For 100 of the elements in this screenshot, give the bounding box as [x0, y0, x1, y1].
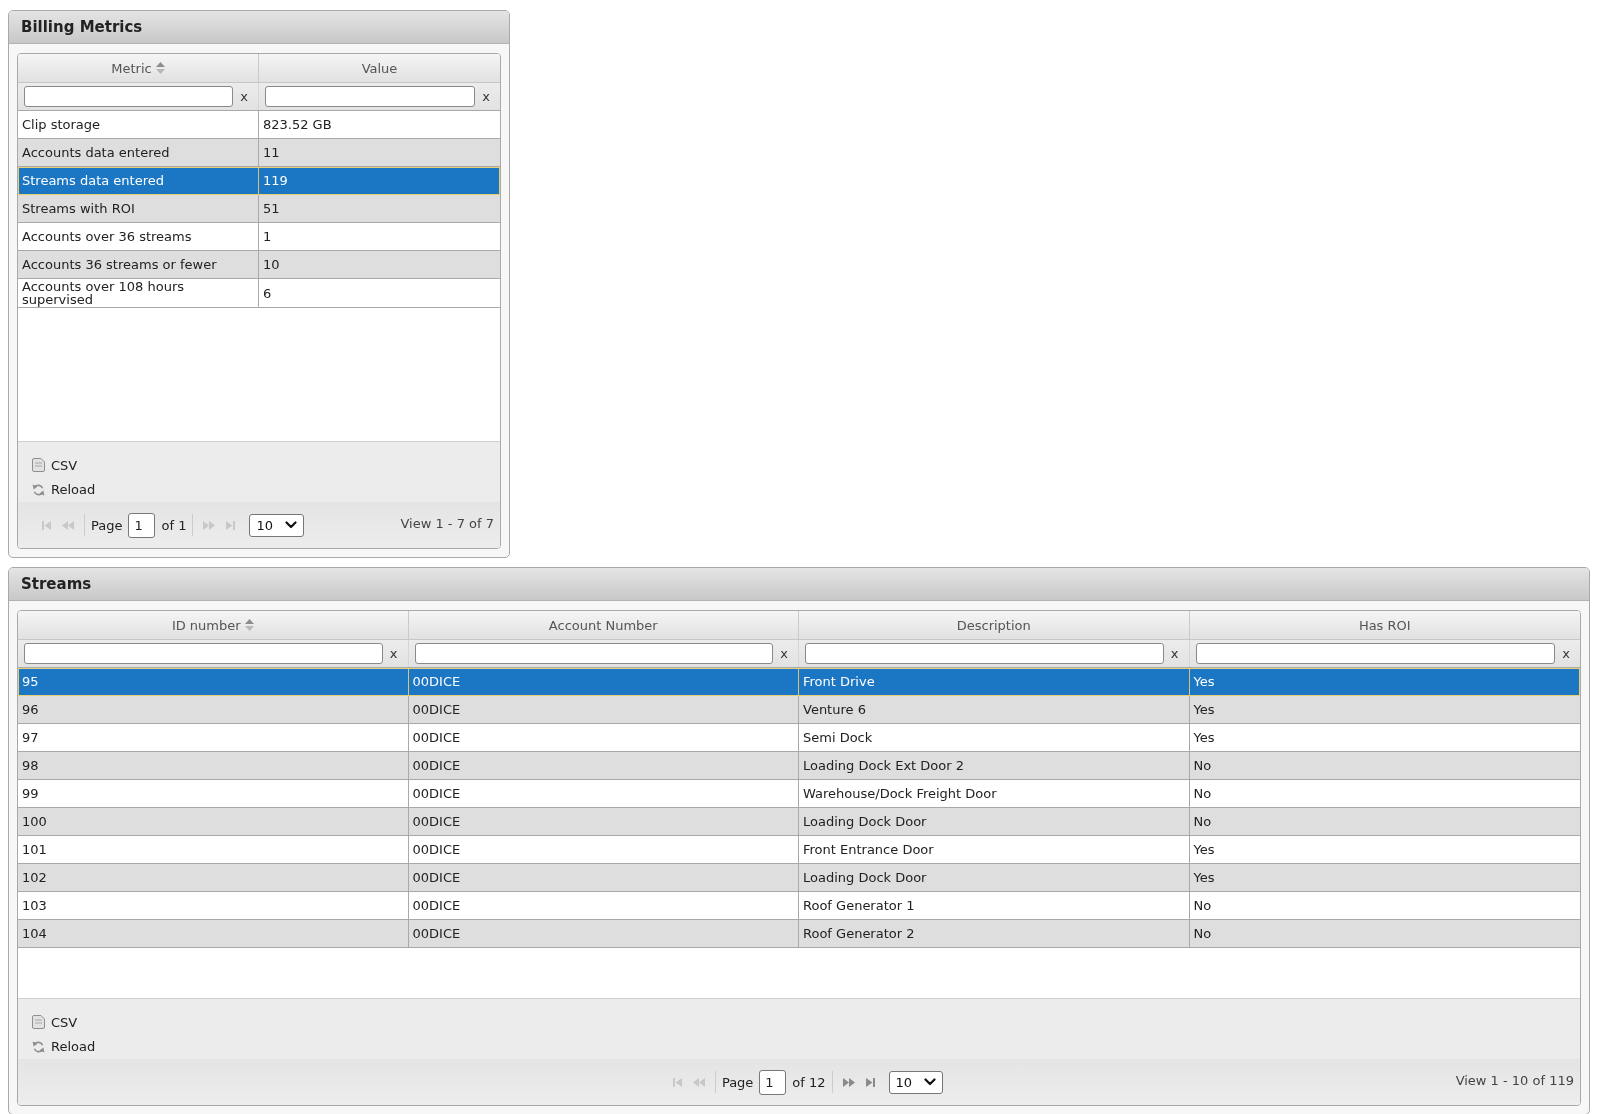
filter-input[interactable]: [24, 86, 234, 107]
table-cell: 104: [18, 920, 409, 947]
column-header[interactable]: ID number: [18, 611, 409, 639]
table-cell: 96: [18, 696, 409, 723]
table-cell: 00DICE: [408, 808, 799, 835]
refresh-icon: [32, 1039, 45, 1054]
table-cell-text: 1: [262, 228, 273, 246]
table-row[interactable]: Accounts over 108 hours supervised 6: [18, 279, 500, 308]
table-cell-text: 823.52 GB: [262, 116, 333, 134]
table-row[interactable]: 102 00DICE Loading Dock Door Yes: [18, 864, 1580, 892]
table-cell: 00DICE: [408, 724, 799, 751]
table-cell: Accounts 36 streams or fewer: [18, 251, 259, 278]
page-input[interactable]: 1: [759, 1069, 787, 1095]
table-cell-text: 119: [262, 172, 289, 190]
table-cell: Warehouse/Dock Freight Door: [799, 780, 1190, 807]
table-row[interactable]: 97 00DICE Semi Dock Yes: [18, 724, 1580, 752]
table-cell: 00DICE: [408, 836, 799, 863]
table-row[interactable]: 96 00DICE Venture 6 Yes: [18, 696, 1580, 724]
table-cell: 00DICE: [408, 780, 799, 807]
table-cell: 00DICE: [408, 752, 799, 779]
table-cell-text: No: [1192, 897, 1213, 915]
clear-filter-button[interactable]: x: [1560, 646, 1572, 661]
chevron-down-icon: [284, 521, 297, 529]
table-cell: 101: [18, 836, 409, 863]
toolbar-button[interactable]: Reload: [32, 477, 96, 502]
table-cell: Streams data entered: [18, 167, 259, 194]
page-input[interactable]: 1: [128, 512, 156, 538]
record-summary: View 1 - 7 of 7: [400, 515, 494, 531]
table-row[interactable]: 101 00DICE Front Entrance Door Yes: [18, 836, 1580, 864]
clear-filter-button[interactable]: x: [778, 646, 790, 661]
clear-filter-button[interactable]: x: [238, 89, 250, 104]
filter-input[interactable]: [1195, 643, 1556, 664]
sort-icon: [244, 619, 254, 631]
column-header[interactable]: Description: [799, 611, 1190, 639]
table-cell-text: No: [1192, 813, 1213, 831]
table-row[interactable]: 104 00DICE Roof Generator 2 No: [18, 920, 1580, 948]
table-cell: 00DICE: [408, 892, 799, 919]
table-cell: 00DICE: [408, 668, 799, 695]
page-size-dropdown[interactable]: 10: [888, 1070, 944, 1094]
table-cell: Clip storage: [18, 111, 259, 138]
table-cell: Venture 6: [799, 696, 1190, 723]
column-header[interactable]: Has ROI: [1189, 611, 1580, 639]
table-cell: 102: [18, 864, 409, 891]
table-cell: Loading Dock Ext Door 2: [799, 752, 1190, 779]
table-cell-text: No: [1192, 785, 1213, 803]
table-cell: Roof Generator 1: [799, 892, 1190, 919]
table-row[interactable]: Streams with ROI 51: [18, 195, 500, 223]
table-cell: 99: [18, 780, 409, 807]
table-row[interactable]: 100 00DICE Loading Dock Door No: [18, 808, 1580, 836]
filter-input[interactable]: [414, 643, 774, 664]
table-row[interactable]: Accounts data entered 11: [18, 139, 500, 167]
clear-filter-button[interactable]: x: [1168, 646, 1181, 661]
panel-title: Billing Metrics: [21, 18, 143, 36]
sort-icon: [155, 62, 165, 74]
table-cell-text: 10: [262, 256, 281, 274]
table-cell: Front Drive: [799, 668, 1190, 695]
column-header[interactable]: Metric: [18, 54, 259, 82]
table-row[interactable]: 98 00DICE Loading Dock Ext Door 2 No: [18, 752, 1580, 780]
table-row[interactable]: Accounts 36 streams or fewer 10: [18, 251, 500, 279]
toolbar-button[interactable]: CSV: [32, 453, 78, 478]
skip-end-icon[interactable]: [865, 1077, 875, 1087]
column-header[interactable]: Account Number: [408, 611, 799, 639]
table-cell-text: No: [1192, 757, 1213, 775]
table-cell: Loading Dock Door: [799, 808, 1190, 835]
record-summary: View 1 - 10 of 119: [1455, 1072, 1574, 1088]
table-cell: 97: [18, 724, 409, 751]
table-cell-text: 51: [262, 200, 281, 218]
table-cell: Semi Dock: [799, 724, 1190, 751]
table-row[interactable]: 99 00DICE Warehouse/Dock Freight Door No: [18, 780, 1580, 808]
refresh-icon: [32, 482, 45, 497]
filter-input[interactable]: [24, 643, 383, 664]
table-row[interactable]: 95 00DICE Front Drive Yes: [18, 668, 1580, 696]
table-cell: Streams with ROI: [18, 195, 259, 222]
table-cell: 103: [18, 892, 409, 919]
page-size-dropdown[interactable]: 10: [249, 513, 304, 537]
fast-forward-icon[interactable]: [842, 1077, 855, 1087]
chevron-down-icon: [924, 1078, 937, 1086]
clear-filter-button[interactable]: x: [387, 646, 400, 661]
table-cell: 98: [18, 752, 409, 779]
table-row[interactable]: Clip storage 823.52 GB: [18, 111, 500, 139]
table-cell-text: Yes: [1192, 729, 1216, 747]
table-cell: Accounts data entered: [18, 139, 259, 166]
table-cell-text: 11: [262, 144, 281, 162]
toolbar-button[interactable]: Reload: [32, 1034, 96, 1059]
filter-input[interactable]: [265, 86, 476, 107]
table-cell: 00DICE: [408, 920, 799, 947]
table-row[interactable]: Streams data entered 119: [18, 167, 500, 195]
clear-filter-button[interactable]: x: [480, 89, 492, 104]
table-cell-text: Yes: [1192, 701, 1216, 719]
toolbar-button[interactable]: CSV: [32, 1010, 78, 1035]
column-header[interactable]: Value: [259, 54, 500, 82]
page-label: Page: [721, 1074, 754, 1090]
table-row[interactable]: Accounts over 36 streams 1: [18, 223, 500, 251]
filter-input[interactable]: [805, 643, 1164, 664]
panel-title: Streams: [21, 575, 92, 593]
table-cell: Roof Generator 2: [799, 920, 1190, 947]
table-row[interactable]: 103 00DICE Roof Generator 1 No: [18, 892, 1580, 920]
page-count: of 1: [161, 517, 187, 533]
table-cell: 00DICE: [408, 696, 799, 723]
table-cell-text: Yes: [1192, 869, 1216, 887]
